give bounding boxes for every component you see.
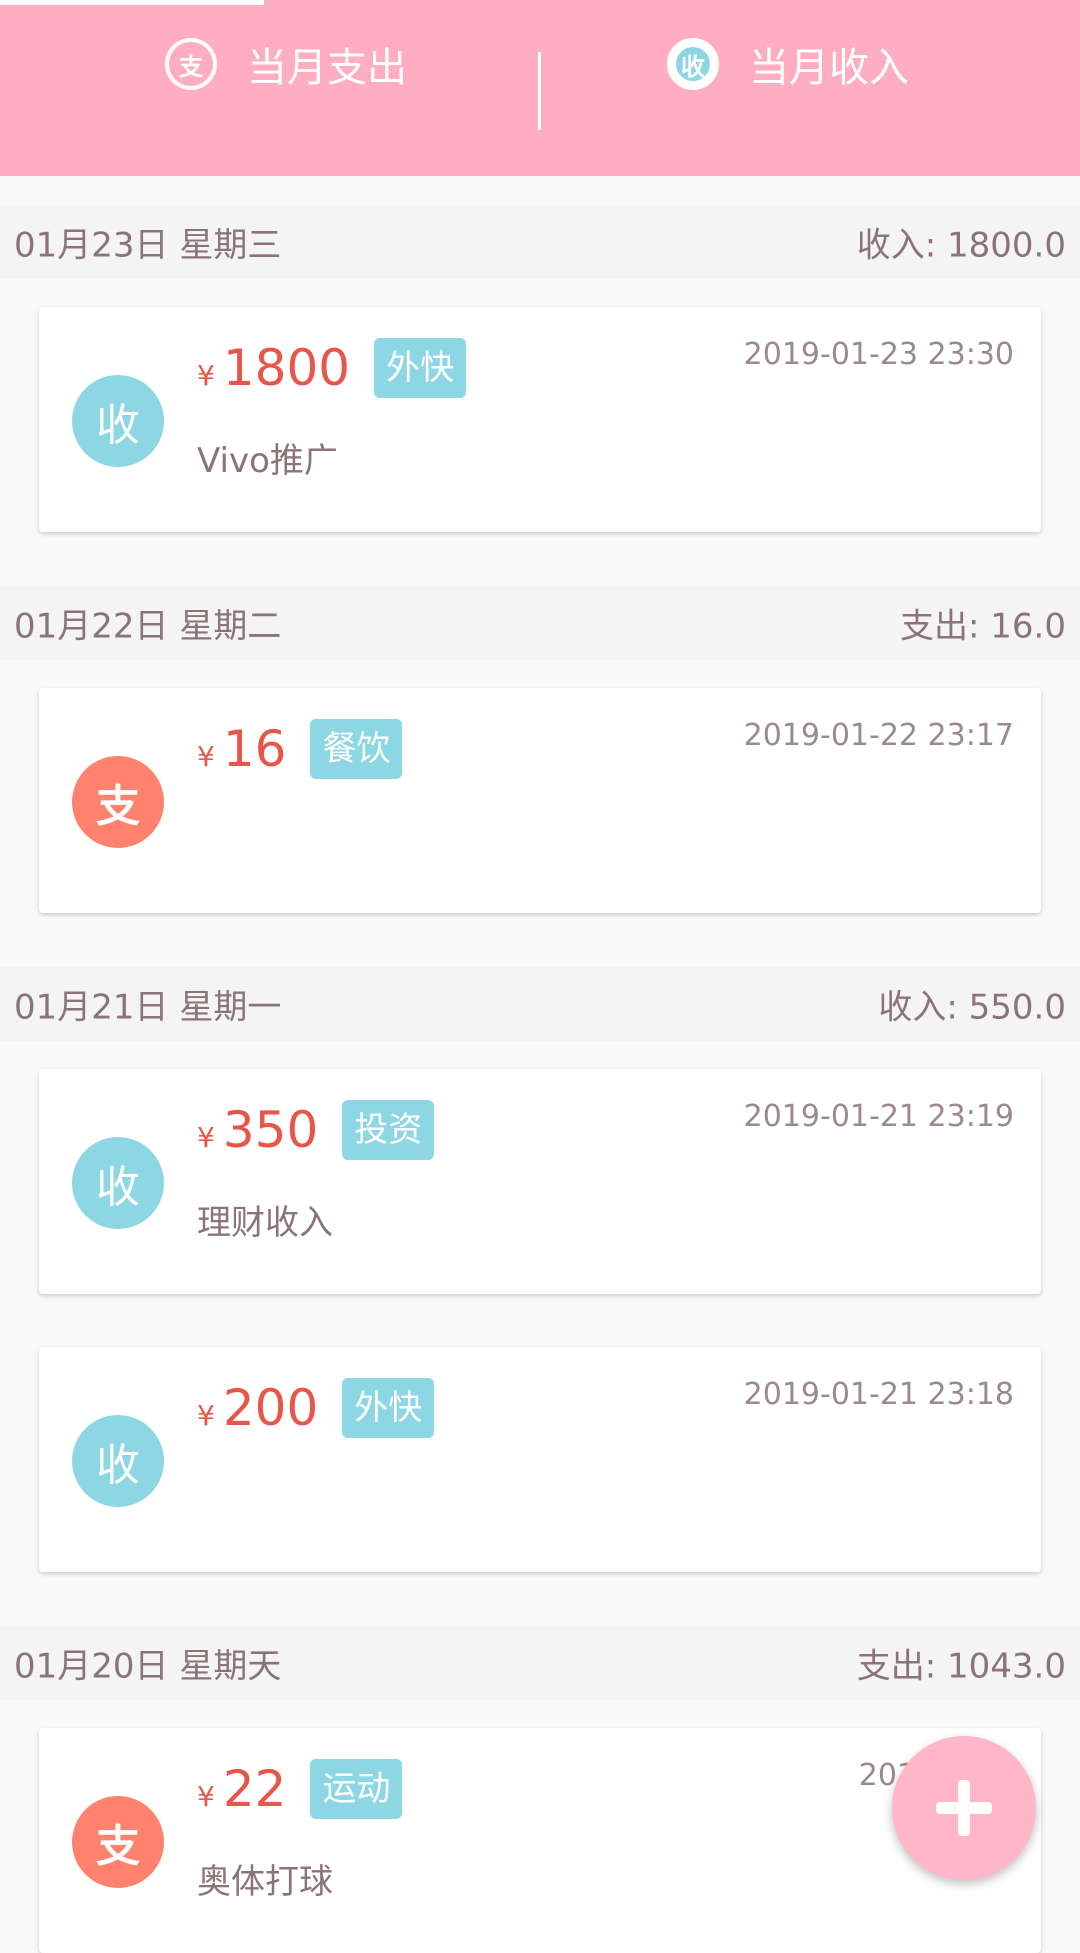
income-icon: 收 [667,38,719,90]
expense-type-icon: 支 [72,756,164,848]
record-amount: 200 [222,1379,319,1437]
record-note: 奥体打球 [197,1862,333,1902]
record-amount-row: ¥ 350 投资 [197,1095,435,1165]
expense-type-icon: 支 [72,1796,164,1888]
day-header: 01月23日 星期三 收入: 1800.0 [0,205,1080,279]
record-note: Vivo推广 [197,441,338,481]
record-time: 2019-01-22 23:17 [743,718,1014,753]
day-date: 01月21日 星期一 [14,987,282,1028]
tab-divider [538,52,541,130]
day-total: 支出: 16.0 [900,606,1066,647]
record-amount-row: ¥ 16 餐饮 [197,714,403,784]
record-card[interactable]: 支 ¥ 22 运动 2019-01-2 奥体打球 [39,1728,1041,1953]
record-amount: 16 [222,720,287,778]
record-note: 理财收入 [197,1203,333,1243]
record-time: 2019-01-21 23:19 [743,1099,1014,1134]
category-tag: 运动 [310,1759,403,1819]
record-amount: 22 [222,1760,287,1818]
record-amount-row: ¥ 1800 外快 [197,333,467,403]
category-tag: 餐饮 [310,719,403,779]
record-amount: 1800 [222,339,351,397]
record-amount: 350 [222,1101,319,1159]
currency-symbol: ¥ [197,1120,215,1154]
tab-monthly-expense[interactable]: 支 当月支出 [165,28,407,100]
category-tag: 投资 [342,1100,435,1160]
currency-symbol: ¥ [197,1779,215,1813]
day-header: 01月21日 星期一 收入: 550.0 [0,967,1080,1041]
record-time: 2019-01-23 23:30 [743,337,1014,372]
record-amount-row: ¥ 22 运动 [197,1754,403,1824]
day-date: 01月22日 星期二 [14,606,282,647]
record-time: 2019-01-21 23:18 [743,1377,1014,1412]
day-total: 收入: 1800.0 [856,225,1066,266]
record-amount-row: ¥ 200 外快 [197,1373,435,1443]
currency-symbol: ¥ [197,739,215,773]
income-type-icon: 收 [72,375,164,467]
plus-icon [936,1780,992,1836]
day-total: 支出: 1043.0 [856,1646,1066,1687]
tab-label: 当月收入 [749,45,909,91]
day-total: 收入: 550.0 [878,987,1066,1028]
record-card[interactable]: 收 ¥ 350 投资 2019-01-21 23:19 理财收入 [39,1069,1041,1294]
app-header: 支 当月支出 收 当月收入 [0,0,1080,176]
add-record-button[interactable] [892,1736,1036,1880]
tab-indicator [0,0,264,5]
record-card[interactable]: 支 ¥ 16 餐饮 2019-01-22 23:17 [39,688,1041,913]
day-date: 01月20日 星期天 [14,1646,282,1687]
income-type-icon: 收 [72,1415,164,1507]
tab-monthly-income[interactable]: 收 当月收入 [667,28,909,100]
tab-label: 当月支出 [247,45,407,91]
day-header: 01月20日 星期天 支出: 1043.0 [0,1626,1080,1700]
currency-symbol: ¥ [197,1398,215,1432]
day-date: 01月23日 星期三 [14,225,282,266]
income-type-icon: 收 [72,1137,164,1229]
day-header: 01月22日 星期二 支出: 16.0 [0,586,1080,660]
currency-symbol: ¥ [197,358,215,392]
category-tag: 外快 [342,1378,435,1438]
expense-icon: 支 [165,38,217,90]
category-tag: 外快 [374,338,467,398]
record-card[interactable]: 收 ¥ 1800 外快 2019-01-23 23:30 Vivo推广 [39,307,1041,532]
record-card[interactable]: 收 ¥ 200 外快 2019-01-21 23:18 [39,1347,1041,1572]
